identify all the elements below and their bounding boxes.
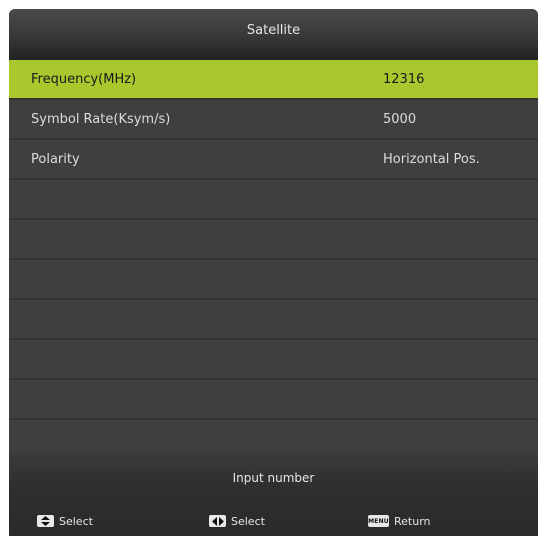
symbol-rate-label: Symbol Rate(Ksym/s) — [31, 112, 171, 127]
menu-return-hint: MENU Return — [368, 512, 431, 530]
menu-key-icon: MENU — [368, 515, 389, 527]
empty-row — [9, 340, 538, 380]
key-legend: Select Select MENU Return — [9, 512, 538, 530]
symbol-rate-row[interactable]: Symbol Rate(Ksym/s) 5000 — [9, 100, 538, 140]
frequency-value[interactable]: 12316 — [383, 72, 424, 87]
empty-row — [9, 260, 538, 300]
dialog-title: Satellite — [246, 23, 301, 38]
satellite-dialog: Satellite Frequency(MHz) 12316 Symbol Ra… — [9, 9, 538, 536]
frequency-row[interactable]: Frequency(MHz) 12316 — [9, 60, 538, 100]
dialog-footer: Input number Select Select MENU Return — [9, 452, 538, 536]
leftright-select-hint: Select — [209, 512, 265, 530]
updown-select-label: Select — [59, 514, 93, 528]
menu-return-label: Return — [394, 514, 431, 528]
dialog-header: Satellite — [9, 9, 538, 61]
polarity-value[interactable]: Horizontal Pos. — [383, 152, 480, 167]
empty-row — [9, 180, 538, 220]
frequency-label: Frequency(MHz) — [31, 72, 137, 87]
left-right-arrows-icon — [209, 515, 226, 527]
leftright-select-label: Select — [231, 514, 265, 528]
updown-select-hint: Select — [37, 512, 93, 530]
input-hint: Input number — [232, 471, 315, 485]
polarity-row[interactable]: Polarity Horizontal Pos. — [9, 140, 538, 180]
parameter-list: Frequency(MHz) 12316 Symbol Rate(Ksym/s)… — [9, 60, 538, 460]
empty-row — [9, 220, 538, 260]
up-down-arrows-icon — [37, 515, 54, 527]
empty-row — [9, 380, 538, 420]
symbol-rate-value[interactable]: 5000 — [383, 112, 416, 127]
empty-row — [9, 300, 538, 340]
polarity-label: Polarity — [31, 152, 80, 167]
